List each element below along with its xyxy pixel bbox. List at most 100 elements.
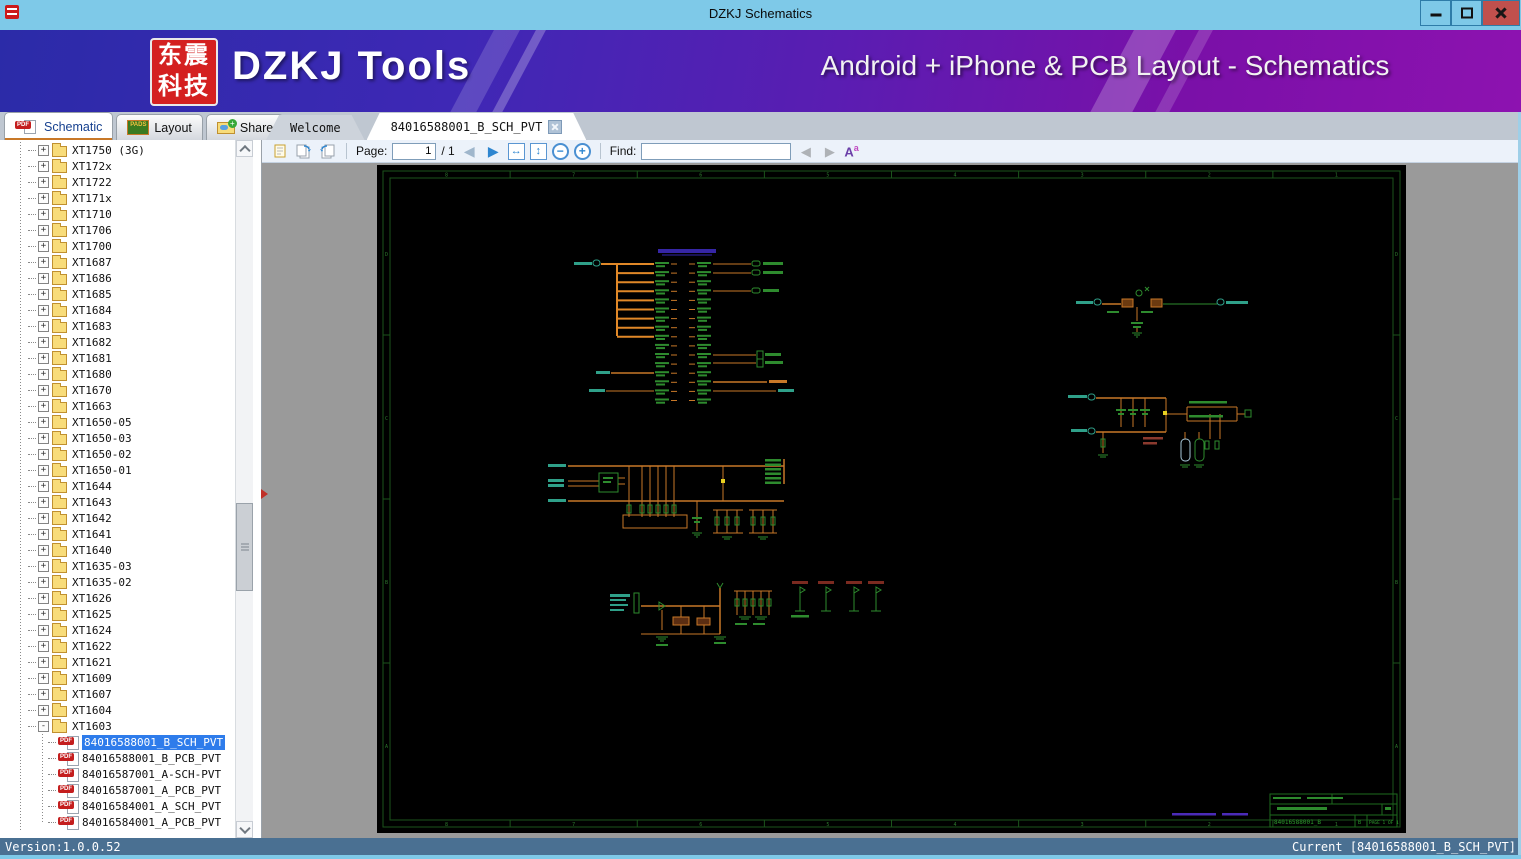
rotate-left-button[interactable]	[294, 142, 313, 161]
expand-toggle[interactable]: +	[38, 304, 49, 316]
expand-toggle[interactable]: +	[38, 512, 49, 524]
expand-toggle[interactable]: +	[38, 400, 49, 412]
tree-item-folder[interactable]: + XT1650-03	[0, 430, 235, 446]
expand-toggle[interactable]: +	[38, 416, 49, 428]
expand-toggle[interactable]: +	[38, 448, 49, 460]
tree-item-folder[interactable]: + XT1683	[0, 318, 235, 334]
tree-item-folder[interactable]: + XT1625	[0, 606, 235, 622]
tree-scrollbar[interactable]	[235, 140, 253, 838]
tab-layout[interactable]: PADS Layout	[116, 114, 203, 140]
expand-toggle[interactable]: +	[38, 640, 49, 652]
tree-item-folder[interactable]: + XT1640	[0, 542, 235, 558]
expand-toggle[interactable]: +	[38, 624, 49, 636]
tree-item-file[interactable]: PDF 84016587001_A_PCB_PVT	[0, 782, 235, 798]
expand-toggle[interactable]: +	[38, 560, 49, 572]
expand-toggle[interactable]: +	[38, 496, 49, 508]
tree-item-folder[interactable]: + XT1626	[0, 590, 235, 606]
expand-toggle[interactable]: +	[38, 704, 49, 716]
tree-item-file[interactable]: PDF 84016588001_B_PCB_PVT	[0, 750, 235, 766]
copy-page-button[interactable]	[270, 142, 289, 161]
tree-item-folder[interactable]: + XT1643	[0, 494, 235, 510]
tree-item-folder[interactable]: + XT1680	[0, 366, 235, 382]
tree-item-folder[interactable]: + XT1644	[0, 478, 235, 494]
expand-toggle[interactable]: +	[38, 368, 49, 380]
tree-item-folder[interactable]: + XT1710	[0, 206, 235, 222]
tree-item-folder[interactable]: + XT1750 (3G)	[0, 142, 235, 158]
expand-toggle[interactable]: +	[38, 272, 49, 284]
find-next-button[interactable]: ▶	[820, 142, 839, 161]
match-case-icon[interactable]: Aa	[844, 143, 858, 159]
expand-toggle[interactable]: +	[38, 352, 49, 364]
close-tab-button[interactable]	[548, 120, 562, 134]
expand-toggle[interactable]: +	[38, 432, 49, 444]
doc-tab-84016588001_b_sch_pvt[interactable]: 84016588001_B_SCH_PVT	[367, 113, 587, 140]
fit-page-button[interactable]: ↕	[529, 142, 547, 160]
expand-toggle[interactable]: +	[38, 608, 49, 620]
tree-item-folder[interactable]: + XT1687	[0, 254, 235, 270]
splitter-collapse-arrow[interactable]	[261, 489, 268, 499]
previous-page-button[interactable]: ◀	[460, 142, 479, 161]
zoom-out-button[interactable]: −	[551, 142, 569, 160]
zoom-in-button[interactable]: +	[573, 142, 591, 160]
tree-item-folder[interactable]: + XT1609	[0, 670, 235, 686]
expand-toggle[interactable]: +	[38, 288, 49, 300]
collapse-toggle[interactable]: -	[38, 720, 49, 732]
tree-item-folder[interactable]: + XT1682	[0, 334, 235, 350]
tree-item-folder[interactable]: + XT1663	[0, 398, 235, 414]
tree-item-folder[interactable]: + XT1650-01	[0, 462, 235, 478]
expand-toggle[interactable]: +	[38, 592, 49, 604]
tree-item-folder[interactable]: + XT171x	[0, 190, 235, 206]
expand-toggle[interactable]: +	[38, 688, 49, 700]
tree-item-folder[interactable]: + XT1642	[0, 510, 235, 526]
find-input[interactable]	[641, 142, 792, 160]
tree-item-folder[interactable]: + XT1641	[0, 526, 235, 542]
expand-toggle[interactable]: +	[38, 656, 49, 668]
tab-schematic[interactable]: PDF Schematic	[4, 112, 114, 141]
scroll-down-arrow[interactable]	[236, 821, 253, 838]
expand-toggle[interactable]: +	[38, 224, 49, 236]
schematic-canvas[interactable]: 8877665544332211D DC CB BA A 84016588001…	[377, 165, 1406, 833]
tree-item-folder[interactable]: + XT1635-02	[0, 574, 235, 590]
tree-item-folder[interactable]: + XT1685	[0, 286, 235, 302]
tree-item-folder[interactable]: + XT1635-03	[0, 558, 235, 574]
tree-item-folder[interactable]: + XT1607	[0, 686, 235, 702]
tree-item-folder[interactable]: + XT1604	[0, 702, 235, 718]
page-number-input[interactable]	[392, 142, 437, 160]
minimize-button[interactable]	[1420, 0, 1451, 26]
expand-toggle[interactable]: +	[38, 144, 49, 156]
expand-toggle[interactable]: +	[38, 160, 49, 172]
rotate-right-button[interactable]	[318, 142, 337, 161]
schematic-page[interactable]: 8877665544332211DDCCBBAA 84016588001_B P…	[377, 165, 1406, 833]
tree-item-folder[interactable]: + XT1624	[0, 622, 235, 638]
expand-toggle[interactable]: +	[38, 672, 49, 684]
expand-toggle[interactable]: +	[38, 528, 49, 540]
tree-item-folder[interactable]: + XT1650-05	[0, 414, 235, 430]
expand-toggle[interactable]: +	[38, 208, 49, 220]
expand-toggle[interactable]: +	[38, 192, 49, 204]
tree-item-folder[interactable]: + XT1684	[0, 302, 235, 318]
tree-item-folder[interactable]: + XT1681	[0, 350, 235, 366]
find-previous-button[interactable]: ◀	[796, 142, 815, 161]
tree-item-folder[interactable]: + XT1722	[0, 174, 235, 190]
tree-item-folder[interactable]: + XT1706	[0, 222, 235, 238]
expand-toggle[interactable]: +	[38, 320, 49, 332]
tree-item-folder-expanded[interactable]: - XT1603	[0, 718, 235, 734]
schematic-viewer[interactable]: 8877665544332211DDCCBBAA 84016588001_B P…	[262, 163, 1521, 838]
expand-toggle[interactable]: +	[38, 240, 49, 252]
tree-item-file[interactable]: PDF 84016584001_A_PCB_PVT	[0, 814, 235, 830]
tree-item-folder[interactable]: + XT1700	[0, 238, 235, 254]
close-button[interactable]	[1482, 0, 1520, 26]
tree-item-folder[interactable]: + XT172x	[0, 158, 235, 174]
scroll-up-arrow[interactable]	[236, 140, 253, 157]
tree-item-file[interactable]: PDF 84016587001_A-SCH-PVT	[0, 766, 235, 782]
tree-item-folder[interactable]: + XT1650-02	[0, 446, 235, 462]
tree-item-folder[interactable]: + XT1622	[0, 638, 235, 654]
tree-item-folder[interactable]: + XT1686	[0, 270, 235, 286]
tree-item-folder[interactable]: + XT1621	[0, 654, 235, 670]
expand-toggle[interactable]: +	[38, 576, 49, 588]
doc-tab-welcome[interactable]: Welcome	[266, 115, 365, 140]
expand-toggle[interactable]: +	[38, 384, 49, 396]
expand-toggle[interactable]: +	[38, 256, 49, 268]
expand-toggle[interactable]: +	[38, 176, 49, 188]
fit-width-button[interactable]: ↔	[507, 142, 525, 160]
